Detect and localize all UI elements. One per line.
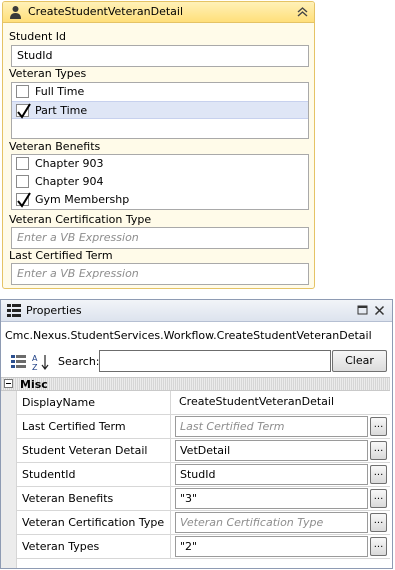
activity-designer[interactable]: CreateStudentVeteranDetail Student Id St… xyxy=(2,1,315,289)
list-item-label: Chapter 903 xyxy=(35,157,104,170)
sort-alphabetical-icon[interactable]: A Z xyxy=(31,352,51,372)
property-name: Veteran Types xyxy=(17,535,171,558)
chapter-903-checkbox[interactable] xyxy=(16,157,29,170)
table-row[interactable]: Veteran Benefits "3" ... xyxy=(17,487,390,511)
ellipsis-button[interactable]: ... xyxy=(370,537,387,556)
properties-titlebar[interactable]: Properties xyxy=(1,300,392,322)
list-item-chapter-904[interactable]: Chapter 904 xyxy=(12,173,308,191)
property-grid: Misc DisplayName CreateStudentVeteranDet… xyxy=(1,377,392,568)
activity-title: CreateStudentVeteranDetail xyxy=(28,5,184,18)
last-term-label: Last Certified Term xyxy=(9,249,113,262)
table-row[interactable]: DisplayName CreateStudentVeteranDetail xyxy=(17,391,390,415)
search-label: Search: xyxy=(58,355,100,368)
property-name: Student Veteran Detail xyxy=(17,439,171,462)
ellipsis-button[interactable]: ... xyxy=(370,417,387,436)
close-icon[interactable] xyxy=(374,305,385,316)
category-header-misc[interactable]: Misc xyxy=(1,377,390,391)
student-id-field[interactable]: StudId xyxy=(11,45,309,67)
checkmark-icon xyxy=(17,192,31,208)
table-row[interactable]: Last Certified Term Last Certified Term … xyxy=(17,415,390,439)
gym-membership-checkbox[interactable] xyxy=(16,192,31,208)
property-name: Veteran Benefits xyxy=(17,487,171,510)
category-label: Misc xyxy=(20,378,48,391)
property-name: StudentId xyxy=(17,463,171,486)
properties-panel: Properties Cmc.Nexus.StudentServices.Wor… xyxy=(0,299,393,569)
table-row[interactable]: Veteran Certification Type Veteran Certi… xyxy=(17,511,390,535)
activity-header[interactable]: CreateStudentVeteranDetail xyxy=(3,2,314,23)
svg-text:Z: Z xyxy=(32,363,38,372)
part-time-checkbox[interactable] xyxy=(16,103,31,119)
properties-icon xyxy=(7,304,21,317)
properties-toolbar: A Z Search: Clear xyxy=(1,349,392,375)
list-item-chapter-903[interactable]: Chapter 903 xyxy=(12,155,308,173)
svg-text:A: A xyxy=(32,354,38,363)
property-name: Veteran Certification Type xyxy=(17,511,171,534)
property-value-student-veteran-detail[interactable]: VetDetail xyxy=(175,440,368,461)
veteran-types-label: Veteran Types xyxy=(9,67,87,80)
list-item-label: Full Time xyxy=(35,85,85,98)
table-row[interactable]: StudentId StudId ... xyxy=(17,463,390,487)
property-value-veteran-benefits[interactable]: "3" xyxy=(175,488,368,509)
ellipsis-button[interactable]: ... xyxy=(370,513,387,532)
cert-type-label: Veteran Certification Type xyxy=(9,213,152,226)
table-row[interactable]: Veteran Types "2" ... xyxy=(17,535,390,559)
property-name: DisplayName xyxy=(17,391,171,414)
clear-button[interactable]: Clear xyxy=(332,350,387,372)
table-row[interactable]: Student Veteran Detail VetDetail ... xyxy=(17,439,390,463)
property-value-last-certified-term[interactable]: Last Certified Term xyxy=(175,416,368,437)
list-item-label: Chapter 904 xyxy=(35,175,104,188)
property-value-veteran-certification-type[interactable]: Veteran Certification Type xyxy=(175,512,368,533)
full-time-checkbox[interactable] xyxy=(16,85,29,98)
list-item-label: Gym Membershp xyxy=(35,193,130,206)
veteran-benefits-label: Veteran Benefits xyxy=(9,140,101,153)
collapse-icon[interactable] xyxy=(296,5,309,19)
veteran-types-list[interactable]: Full Time Part Time xyxy=(11,82,309,139)
collapse-category-icon[interactable] xyxy=(4,379,13,388)
maximize-icon[interactable] xyxy=(357,305,368,316)
last-term-field[interactable]: Enter a VB Expression xyxy=(11,263,309,285)
checkmark-icon xyxy=(17,103,31,119)
properties-title: Properties xyxy=(26,304,82,317)
list-item-gym-membership[interactable]: Gym Membershp xyxy=(12,191,308,209)
ellipsis-button[interactable]: ... xyxy=(370,441,387,460)
search-input[interactable] xyxy=(99,350,331,372)
person-activity-icon xyxy=(10,6,21,19)
selected-object-name: Cmc.Nexus.StudentServices.Workflow.Creat… xyxy=(5,329,372,342)
list-item-label: Part Time xyxy=(35,104,88,117)
categorized-view-icon[interactable] xyxy=(9,352,29,372)
ellipsis-button[interactable]: ... xyxy=(370,465,387,484)
chapter-904-checkbox[interactable] xyxy=(16,175,29,188)
property-grid-gutter xyxy=(1,391,17,568)
veteran-benefits-list[interactable]: Chapter 903 Chapter 904 Gym Membershp xyxy=(11,154,309,210)
ellipsis-button[interactable]: ... xyxy=(370,489,387,508)
list-item-part-time[interactable]: Part Time xyxy=(12,101,308,119)
cert-type-field[interactable]: Enter a VB Expression xyxy=(11,227,309,249)
list-item-full-time[interactable]: Full Time xyxy=(12,83,308,101)
property-value-studentid[interactable]: StudId xyxy=(175,464,368,485)
property-value-displayname[interactable]: CreateStudentVeteranDetail xyxy=(175,392,368,413)
property-name: Last Certified Term xyxy=(17,415,171,438)
student-id-label: Student Id xyxy=(9,30,67,43)
property-value-veteran-types[interactable]: "2" xyxy=(175,536,368,557)
